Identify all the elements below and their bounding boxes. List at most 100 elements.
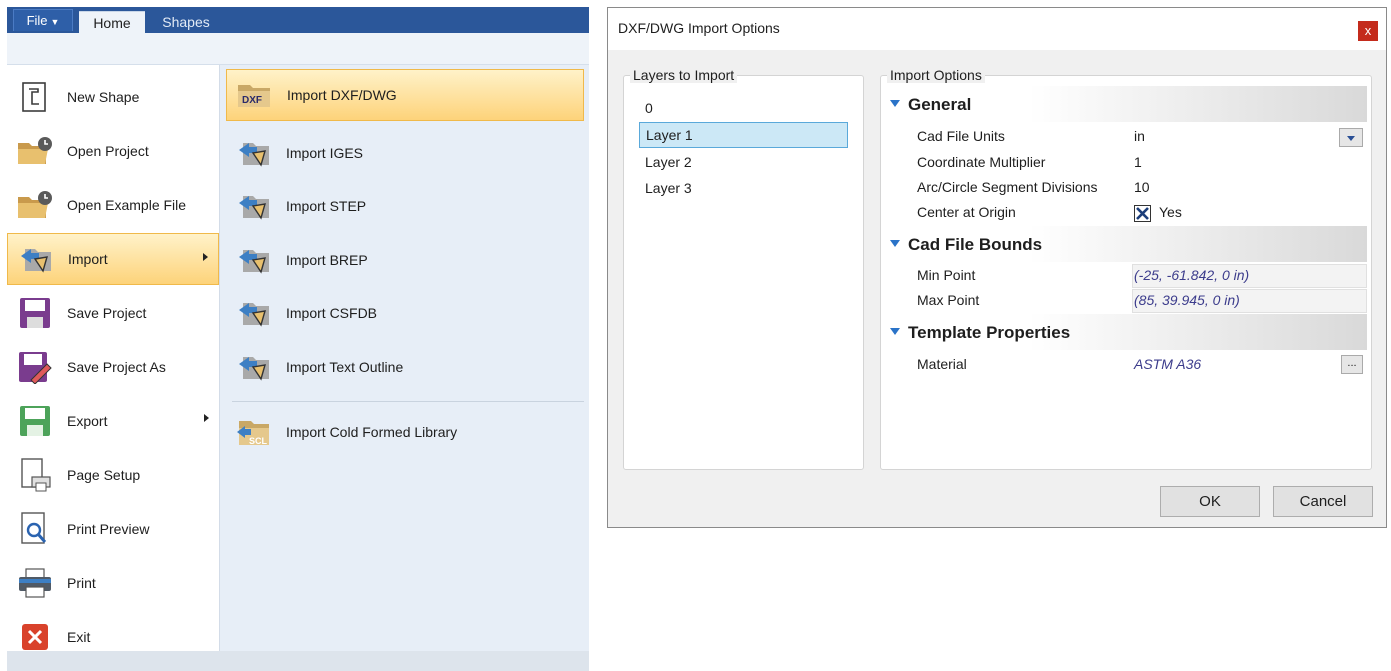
property-cad-file-units[interactable]: Cad File Units in	[884, 125, 1367, 150]
layer-item-layer-3[interactable]: Layer 3	[639, 176, 848, 202]
close-icon: x	[1364, 23, 1372, 38]
menu-item-page-setup[interactable]: Page Setup	[7, 449, 219, 501]
property-segment-divisions[interactable]: Arc/Circle Segment Divisions 10	[884, 176, 1367, 201]
submenu-item-label: Import CSFDB	[286, 305, 378, 321]
menu-item-label: Page Setup	[67, 467, 141, 483]
menu-item-label: Save Project	[67, 305, 147, 321]
dialog-titlebar: DXF/DWG Import Options x	[608, 8, 1386, 50]
submenu-item-label: Import BREP	[286, 252, 368, 268]
property-center-at-origin[interactable]: Center at Origin Yes	[884, 201, 1367, 226]
menu-item-print[interactable]: Print	[7, 557, 219, 609]
material-browse-button[interactable]: ...	[1341, 355, 1363, 374]
menu-item-label: New Shape	[67, 89, 140, 105]
units-dropdown-button[interactable]	[1339, 128, 1363, 147]
category-cad-file-bounds[interactable]: Cad File Bounds	[884, 226, 1367, 262]
property-value: in	[1134, 128, 1145, 144]
export-icon	[15, 401, 55, 441]
dxf-badge-text: DXF	[242, 95, 262, 106]
save-as-icon	[15, 347, 55, 387]
menu-item-label: Print Preview	[67, 521, 150, 537]
options-group-title: Import Options	[887, 67, 985, 83]
submenu-item-import-brep[interactable]: Import BREP	[226, 234, 584, 286]
scl-badge-text: SCL	[249, 436, 268, 446]
checkbox-x-icon	[1136, 207, 1149, 220]
ok-button[interactable]: OK	[1160, 486, 1260, 517]
menu-item-label: Exit	[67, 629, 91, 645]
property-max-point[interactable]: Max Point (85, 39.945, 0 in)	[884, 289, 1367, 314]
layers-group: Layers to Import 0 Layer 1 Layer 2 Layer…	[623, 67, 864, 470]
property-value: 1	[1134, 154, 1142, 170]
layer-item-layer-1[interactable]: Layer 1	[639, 122, 848, 148]
category-title: General	[908, 95, 972, 114]
menu-item-import[interactable]: Import	[7, 233, 219, 285]
menu-item-label: Open Example File	[67, 197, 187, 213]
import-folder-icon	[234, 133, 274, 173]
open-folder-icon	[15, 185, 55, 225]
cancel-button[interactable]: Cancel	[1273, 486, 1373, 517]
menu-item-save-project[interactable]: Save Project	[7, 287, 219, 339]
import-folder-icon	[234, 347, 274, 387]
file-menu: New Shape Open Project Open Example File…	[7, 65, 219, 651]
menu-item-save-project-as[interactable]: Save Project As	[7, 341, 219, 393]
scl-folder-icon: SCL	[234, 412, 274, 452]
dialog-title: DXF/DWG Import Options	[618, 20, 780, 36]
submenu-divider	[232, 401, 584, 402]
collapse-triangle-icon	[890, 100, 900, 107]
menu-item-new-shape[interactable]: New Shape	[7, 71, 219, 123]
property-label: Material	[917, 356, 967, 372]
dxf-folder-icon: DXF	[235, 75, 275, 115]
property-value: ASTM A36	[1134, 356, 1202, 372]
property-label: Max Point	[917, 292, 980, 308]
menu-item-export[interactable]: Export	[7, 395, 219, 447]
submenu-item-import-iges[interactable]: Import IGES	[226, 127, 584, 179]
print-preview-icon	[15, 509, 55, 549]
new-shape-icon	[15, 77, 55, 117]
submenu-item-import-dxf-dwg[interactable]: DXF Import DXF/DWG	[226, 69, 584, 121]
printer-icon	[15, 563, 55, 603]
tab-shapes[interactable]: Shapes	[153, 11, 219, 33]
property-label: Center at Origin	[917, 204, 1016, 220]
submenu-arrow-icon	[204, 414, 209, 422]
property-label: Arc/Circle Segment Divisions	[917, 179, 1098, 195]
import-options-dialog: DXF/DWG Import Options x Layers to Impor…	[607, 7, 1387, 528]
property-material[interactable]: Material ASTM A36 ...	[884, 353, 1367, 378]
category-template-properties[interactable]: Template Properties	[884, 314, 1367, 350]
submenu-item-import-cold-formed-library[interactable]: SCL Import Cold Formed Library	[226, 406, 584, 458]
submenu-item-label: Import DXF/DWG	[287, 87, 397, 103]
close-button[interactable]: x	[1358, 21, 1378, 41]
open-folder-icon	[15, 131, 55, 171]
tab-home[interactable]: Home	[79, 11, 145, 33]
property-min-point[interactable]: Min Point (-25, -61.842, 0 in)	[884, 264, 1367, 289]
property-label: Cad File Units	[917, 128, 1005, 144]
layer-item-0[interactable]: 0	[639, 96, 848, 122]
import-options-group: Import Options General Cad File Units in…	[880, 67, 1372, 470]
center-at-origin-checkbox[interactable]	[1134, 205, 1151, 222]
import-icon	[16, 239, 56, 279]
collapse-triangle-icon	[890, 240, 900, 247]
submenu-item-import-text-outline[interactable]: Import Text Outline	[226, 341, 584, 393]
menu-item-open-example-file[interactable]: Open Example File	[7, 179, 219, 231]
submenu-item-label: Import Text Outline	[286, 359, 404, 375]
submenu-item-label: Import IGES	[286, 145, 364, 161]
property-value: 10	[1134, 179, 1150, 195]
menu-item-open-project[interactable]: Open Project	[7, 125, 219, 177]
menu-item-label: Print	[67, 575, 96, 591]
menu-item-label: Export	[67, 413, 108, 429]
import-folder-icon	[234, 240, 274, 280]
layer-item-layer-2[interactable]: Layer 2	[639, 150, 848, 176]
file-backstage: File ▼ Home Shapes New Shape Open Project…	[7, 7, 589, 671]
property-coordinate-multiplier[interactable]: Coordinate Multiplier 1	[884, 151, 1367, 176]
submenu-item-import-csfdb[interactable]: Import CSFDB	[226, 287, 584, 339]
menu-item-label: Save Project As	[67, 359, 166, 375]
import-folder-icon	[234, 186, 274, 226]
file-tab[interactable]: File ▼	[13, 9, 73, 31]
submenu-item-import-step[interactable]: Import STEP	[226, 180, 584, 232]
property-value: (85, 39.945, 0 in)	[1134, 292, 1240, 308]
property-label: Coordinate Multiplier	[917, 154, 1046, 170]
checkbox-value: Yes	[1159, 204, 1182, 220]
submenu-arrow-icon	[203, 253, 208, 261]
menu-item-print-preview[interactable]: Print Preview	[7, 503, 219, 555]
submenu-item-label: Import Cold Formed Library	[286, 424, 458, 440]
import-submenu: DXF Import DXF/DWG Import IGES Import ST…	[219, 65, 589, 651]
category-general[interactable]: General	[884, 86, 1367, 122]
